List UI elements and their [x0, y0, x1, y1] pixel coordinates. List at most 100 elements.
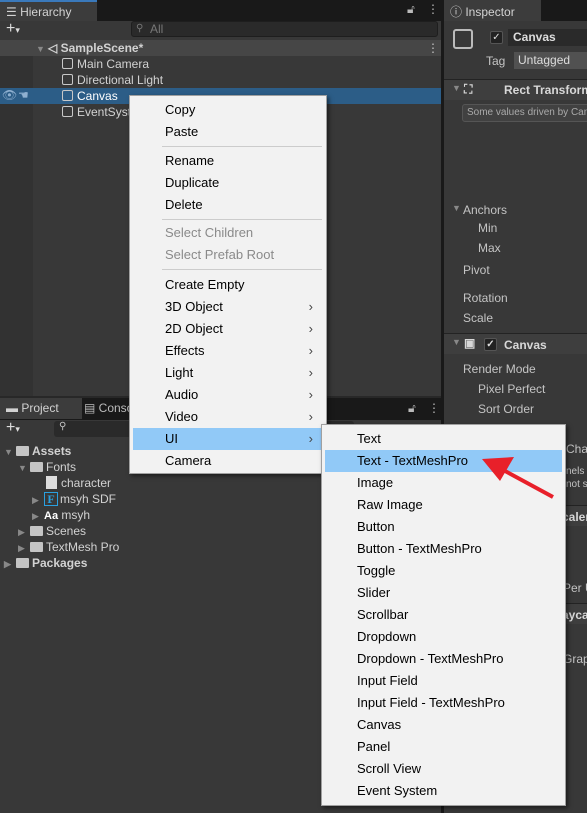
submenu-item[interactable]: Dropdown	[325, 626, 562, 648]
tag-label: Tag	[486, 54, 506, 68]
menu-3d-object[interactable]: 3D Object ›	[133, 296, 323, 318]
hierarchy-item[interactable]: Directional Light	[62, 72, 163, 88]
submenu-item[interactable]: Button - TextMeshPro	[325, 538, 562, 560]
gameobject-icon	[62, 74, 73, 85]
context-menu: Copy Paste Rename Duplicate Delete Selec…	[129, 95, 327, 474]
pick-icon[interactable]: ☚	[18, 88, 29, 102]
menu-select-children: Select Children	[165, 225, 254, 240]
submenu-item[interactable]: Canvas	[325, 714, 562, 736]
unity-icon: ◁	[48, 41, 61, 55]
chevron-right-icon: ›	[308, 409, 313, 424]
hierarchy-item-canvas[interactable]: Canvas	[62, 88, 118, 104]
tab-hierarchy[interactable]: ☰ Hierarchy	[0, 0, 97, 21]
min-label: Min	[478, 221, 498, 235]
menu-2d-object[interactable]: 2D Object ›	[133, 318, 323, 340]
object-name-input[interactable]: Canvas	[508, 29, 587, 46]
anchors-label[interactable]: Anchors	[463, 203, 507, 217]
submenu-item[interactable]: Scroll View	[325, 758, 562, 780]
create-button[interactable]: +▾	[6, 419, 20, 437]
tab-console[interactable]: ▤ Console	[84, 401, 129, 415]
chevron-right-icon: ›	[308, 299, 313, 314]
folder-icon: ▬	[6, 401, 22, 415]
submenu-item[interactable]: Scrollbar	[325, 604, 562, 626]
rotation-label: Rotation	[463, 291, 508, 305]
hierarchy-search-input[interactable]: ⚲ All	[131, 21, 438, 37]
list-icon: ☰	[6, 5, 21, 19]
folder-open-icon	[16, 446, 29, 456]
submenu-item[interactable]: Input Field	[325, 670, 562, 692]
submenu-item[interactable]: Panel	[325, 736, 562, 758]
scene-item[interactable]: ▼ ◁ SampleScene*	[36, 40, 143, 56]
tree-fonts[interactable]: ▼ Fonts	[18, 459, 76, 475]
menu-video[interactable]: Video ›	[133, 406, 323, 428]
scale-label: Scale	[463, 311, 494, 325]
submenu-item[interactable]: Slider	[325, 582, 562, 604]
more-icon[interactable]: ⋮	[428, 401, 440, 415]
arrow-head	[482, 457, 514, 481]
scene-more-icon[interactable]: ⋮	[427, 41, 439, 55]
canvas-icon: ▣	[464, 336, 476, 350]
hierarchy-item[interactable]: Main Camera	[62, 56, 149, 72]
tree-packages[interactable]: ▶ Packages	[4, 555, 87, 571]
console-icon: ▤	[84, 401, 99, 415]
add-button[interactable]: +▾	[6, 20, 20, 38]
lock-icon[interactable]: 🔓︎	[407, 2, 415, 17]
folder-icon	[30, 542, 43, 552]
hierarchy-tabbar: ☰ Hierarchy 🔓︎ ⋮	[0, 0, 441, 21]
menu-ui[interactable]: UI ›	[133, 428, 323, 450]
tab-project[interactable]: ▬ Project	[0, 398, 82, 419]
canvas-enabled-checkbox[interactable]: ✓	[484, 338, 497, 351]
folder-icon	[16, 558, 29, 568]
submenu-item[interactable]: Button	[325, 516, 562, 538]
max-label: Max	[478, 241, 501, 255]
tree-scenes[interactable]: ▶ Scenes	[18, 523, 86, 539]
lock-icon[interactable]: 🔓︎	[408, 401, 416, 416]
submenu-item[interactable]: Toggle	[325, 560, 562, 582]
text-file-icon	[46, 476, 57, 489]
menu-audio[interactable]: Audio ›	[133, 384, 323, 406]
eye-icon[interactable]: 👁︎	[2, 88, 17, 102]
menu-light[interactable]: Light ›	[133, 362, 323, 384]
tree-msyh-sdf[interactable]: ▶ Fmsyh SDF	[32, 491, 116, 507]
submenu-item[interactable]: Dropdown - TextMeshPro	[325, 648, 562, 670]
tree-msyh[interactable]: ▶ Aa msyh	[32, 507, 90, 523]
tab-inspector[interactable]: ⓘ Inspector	[444, 0, 541, 21]
sort-order-label: Sort Order	[478, 402, 535, 416]
menu-delete[interactable]: Delete	[133, 194, 323, 216]
menu-effects[interactable]: Effects ›	[133, 340, 323, 362]
chevron-right-icon: ›	[308, 365, 313, 380]
tree-textmesh-pro[interactable]: ▶ TextMesh Pro	[18, 539, 119, 555]
partial-label: Per U	[563, 581, 587, 595]
chevron-right-icon: ›	[308, 431, 313, 446]
more-icon[interactable]: ⋮	[427, 2, 439, 16]
menu-paste[interactable]: Paste	[133, 121, 323, 143]
pivot-label: Pivot	[463, 263, 490, 277]
font-icon: Aa	[44, 510, 59, 522]
tree-character[interactable]: character	[46, 475, 111, 491]
chevron-right-icon: ›	[308, 387, 313, 402]
menu-camera[interactable]: Camera	[133, 450, 323, 472]
gameobject-icon[interactable]	[453, 29, 473, 49]
chevron-right-icon: ›	[308, 343, 313, 358]
gameobject-icon	[62, 106, 73, 117]
submenu-item[interactable]: Input Field - TextMeshPro	[325, 692, 562, 714]
tree-assets[interactable]: ▼ Assets	[4, 443, 71, 459]
font-asset-icon: F	[44, 492, 58, 506]
submenu-item[interactable]: Event System	[325, 780, 562, 802]
render-mode-label: Render Mode	[463, 362, 536, 376]
folder-icon	[30, 526, 43, 536]
menu-create-empty[interactable]: Create Empty	[133, 274, 323, 296]
gameobject-icon	[62, 90, 73, 101]
inspector-tabbar: ⓘ Inspector	[444, 0, 587, 21]
rect-transform-header[interactable]: ▼ ⛶ Rect Transform	[444, 79, 587, 100]
canvas-component-header[interactable]: ▼ ▣ ✓ Canvas	[444, 333, 587, 354]
menu-copy[interactable]: Copy	[133, 99, 323, 121]
driven-help-box: Some values driven by Canvas	[462, 104, 587, 122]
menu-rename[interactable]: Rename	[133, 150, 323, 172]
search-icon: ⚲	[136, 23, 144, 34]
folder-open-icon	[30, 462, 43, 472]
menu-duplicate[interactable]: Duplicate	[133, 172, 323, 194]
gameobject-icon	[62, 58, 73, 69]
active-checkbox[interactable]: ✓	[490, 31, 503, 44]
tag-dropdown[interactable]: Untagged	[514, 52, 587, 69]
